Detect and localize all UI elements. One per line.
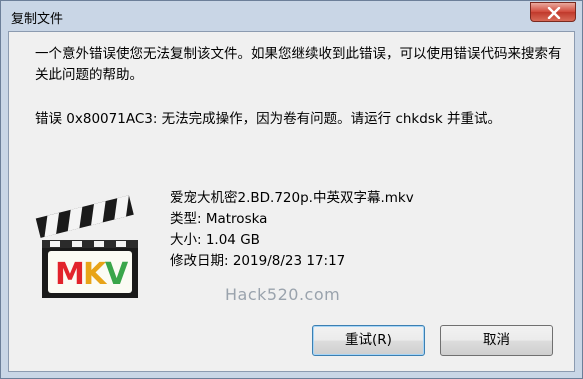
- error-code-message: 错误 0x80071AC3: 无法完成操作，因为卷有问题。请运行 chkdsk …: [35, 111, 501, 127]
- mkv-letter-m: M: [55, 257, 85, 292]
- close-button[interactable]: [530, 2, 576, 22]
- watermark: Hack520.com: [225, 285, 341, 304]
- file-name: 爱宠大机密2.BD.720p.中英双字幕.mkv: [170, 190, 414, 206]
- file-size: 大小: 1.04 GB: [170, 232, 260, 248]
- cancel-button[interactable]: 取消: [440, 325, 553, 356]
- file-type: 类型: Matroska: [170, 211, 268, 227]
- dialog-title: 复制文件: [11, 12, 64, 27]
- mkv-clapperboard-icon: M K V: [35, 195, 138, 298]
- close-icon: [547, 7, 561, 19]
- copy-file-dialog: 复制文件 一个意外错误使您无法复制该文件。如果您继续收到此错误，可以使用错误代码…: [0, 0, 583, 379]
- file-info: 爱宠大机密2.BD.720p.中英双字幕.mkv 类型: Matroska 大小…: [170, 188, 414, 272]
- dialog-content: 一个意外错误使您无法复制该文件。如果您继续收到此错误，可以使用错误代码来搜索有关…: [8, 31, 575, 372]
- error-description: 一个意外错误使您无法复制该文件。如果您继续收到此错误，可以使用错误代码来搜索有关…: [35, 46, 562, 83]
- mkv-letter-v: V: [105, 257, 129, 292]
- retry-button[interactable]: 重试(R): [312, 325, 425, 356]
- title-bar[interactable]: 复制文件: [1, 1, 582, 31]
- file-modified-date: 修改日期: 2019/8/23 17:17: [170, 253, 346, 269]
